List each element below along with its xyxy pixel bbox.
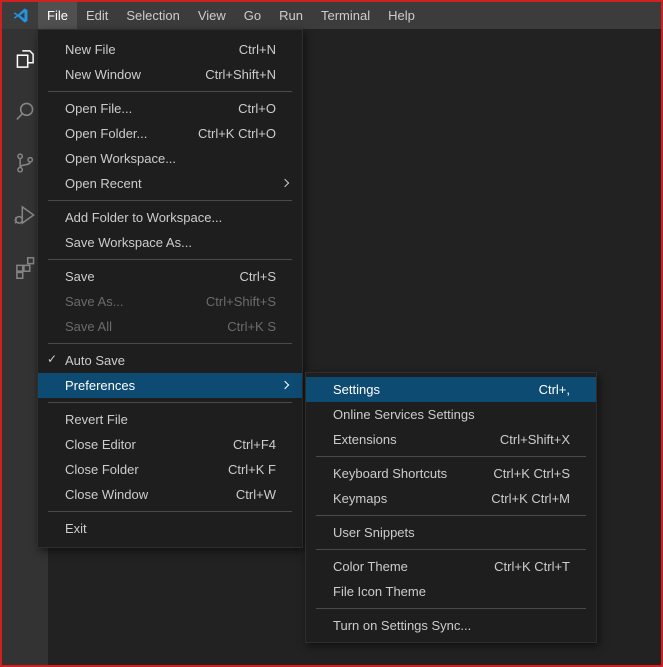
menu-item-save-workspace-as[interactable]: Save Workspace As... [38, 230, 302, 255]
menu-item-save-as[interactable]: Save As... Ctrl+Shift+S [38, 289, 302, 314]
submenu-item-keymaps[interactable]: Keymaps Ctrl+K Ctrl+M [306, 486, 596, 511]
menu-separator [48, 91, 292, 92]
submenu-item-turn-on-settings-sync[interactable]: Turn on Settings Sync... [306, 613, 596, 638]
menu-item-shortcut: Ctrl+, [538, 382, 570, 397]
menu-item-label: Save Workspace As... [65, 235, 192, 250]
menu-item-label: Close Folder [65, 462, 139, 477]
submenu-item-user-snippets[interactable]: User Snippets [306, 520, 596, 545]
menu-separator [48, 402, 292, 403]
menu-item-label: Open File... [65, 101, 133, 116]
menu-item-label: Open Recent [65, 176, 142, 191]
menu-separator [316, 549, 586, 550]
submenu-item-online-services-settings[interactable]: Online Services Settings [306, 402, 596, 427]
menu-item-auto-save[interactable]: ✓ Auto Save [38, 348, 302, 373]
menu-item-close-editor[interactable]: Close Editor Ctrl+F4 [38, 432, 302, 457]
menu-item-label: Turn on Settings Sync... [333, 618, 472, 633]
submenu-arrow-icon [280, 178, 290, 187]
menu-separator [316, 456, 586, 457]
menu-separator [48, 200, 292, 201]
menu-item-close-folder[interactable]: Close Folder Ctrl+K F [38, 457, 302, 482]
menu-item-label: Online Services Settings [333, 407, 475, 422]
menu-item-close-window[interactable]: Close Window Ctrl+W [38, 482, 302, 507]
menu-item-open-workspace[interactable]: Open Workspace... [38, 146, 302, 171]
menubar-item-view[interactable]: View [189, 2, 235, 29]
menu-item-shortcut: Ctrl+K F [227, 462, 276, 477]
menu-item-open-folder[interactable]: Open Folder... Ctrl+K Ctrl+O [38, 121, 302, 146]
menu-item-open-file[interactable]: Open File... Ctrl+O [38, 96, 302, 121]
menu-item-label: Open Folder... [65, 126, 148, 141]
submenu-item-keyboard-shortcuts[interactable]: Keyboard Shortcuts Ctrl+K Ctrl+S [306, 461, 596, 486]
menu-item-shortcut: Ctrl+Shift+S [205, 294, 276, 309]
menu-item-shortcut: Ctrl+Shift+X [499, 432, 570, 447]
menubar-item-file[interactable]: File [38, 2, 77, 29]
menu-item-label: File Icon Theme [333, 584, 426, 599]
menu-item-label: Settings [333, 382, 380, 397]
file-menu: New File Ctrl+N New Window Ctrl+Shift+N … [37, 29, 303, 548]
menubar-item-edit[interactable]: Edit [77, 2, 117, 29]
preferences-submenu: Settings Ctrl+, Online Services Settings… [305, 372, 597, 643]
menu-item-label: Exit [65, 521, 87, 536]
menu-item-label: Add Folder to Workspace... [65, 210, 223, 225]
menu-item-shortcut: Ctrl+K Ctrl+O [197, 126, 276, 141]
checkmark-icon: ✓ [47, 352, 58, 366]
menubar-item-run[interactable]: Run [270, 2, 312, 29]
menu-item-shortcut: Ctrl+N [238, 42, 276, 57]
menu-separator [48, 511, 292, 512]
menu-item-open-recent[interactable]: Open Recent [38, 171, 302, 196]
menu-item-save[interactable]: Save Ctrl+S [38, 264, 302, 289]
menu-item-shortcut: Ctrl+K Ctrl+T [494, 559, 570, 574]
menubar: File Edit Selection View Go Run Terminal… [2, 2, 661, 29]
menu-separator [316, 515, 586, 516]
menu-item-label: Preferences [65, 378, 136, 393]
submenu-item-extensions[interactable]: Extensions Ctrl+Shift+X [306, 427, 596, 452]
menu-item-label: User Snippets [333, 525, 415, 540]
menu-item-shortcut: Ctrl+K Ctrl+S [493, 466, 570, 481]
menu-item-label: Auto Save [65, 353, 125, 368]
menu-item-shortcut: Ctrl+K S [227, 319, 276, 334]
menu-item-label: Keyboard Shortcuts [333, 466, 448, 481]
menu-item-label: New Window [65, 67, 141, 82]
menu-separator [48, 343, 292, 344]
menu-item-label: Save As... [65, 294, 124, 309]
vscode-logo-icon [2, 2, 38, 29]
menubar-item-help[interactable]: Help [379, 2, 424, 29]
menu-item-label: Save All [65, 319, 112, 334]
submenu-arrow-icon [280, 380, 290, 389]
menu-item-add-folder-to-workspace[interactable]: Add Folder to Workspace... [38, 205, 302, 230]
menu-item-label: Extensions [333, 432, 397, 447]
submenu-item-color-theme[interactable]: Color Theme Ctrl+K Ctrl+T [306, 554, 596, 579]
menu-item-shortcut: Ctrl+W [235, 487, 276, 502]
menu-item-label: Color Theme [333, 559, 408, 574]
menu-item-preferences[interactable]: Preferences [38, 373, 302, 398]
menu-item-label: New File [65, 42, 116, 57]
menu-separator [48, 259, 292, 260]
menu-item-label: Save [65, 269, 95, 284]
menu-item-label: Close Window [65, 487, 149, 502]
menubar-item-terminal[interactable]: Terminal [312, 2, 379, 29]
submenu-item-settings[interactable]: Settings Ctrl+, [306, 377, 596, 402]
menu-separator [316, 608, 586, 609]
vscode-window: { "colors": { "selection_blue": "#0e4b73… [0, 0, 663, 667]
menu-item-exit[interactable]: Exit [38, 516, 302, 541]
menu-item-label: Revert File [65, 412, 128, 427]
menubar-item-selection[interactable]: Selection [117, 2, 188, 29]
menu-item-label: Open Workspace... [65, 151, 177, 166]
menu-item-shortcut: Ctrl+O [238, 101, 276, 116]
menubar-item-go[interactable]: Go [235, 2, 270, 29]
menu-item-shortcut: Ctrl+S [239, 269, 276, 284]
menu-item-revert-file[interactable]: Revert File [38, 407, 302, 432]
menu-item-shortcut: Ctrl+K Ctrl+M [491, 491, 570, 506]
menu-item-label: Close Editor [65, 437, 136, 452]
menu-item-save-all[interactable]: Save All Ctrl+K S [38, 314, 302, 339]
menu-item-new-window[interactable]: New Window Ctrl+Shift+N [38, 62, 302, 87]
submenu-item-file-icon-theme[interactable]: File Icon Theme [306, 579, 596, 604]
menu-item-label: Keymaps [333, 491, 388, 506]
menu-item-new-file[interactable]: New File Ctrl+N [38, 37, 302, 62]
menu-item-shortcut: Ctrl+F4 [233, 437, 276, 452]
menu-item-shortcut: Ctrl+Shift+N [205, 67, 276, 82]
